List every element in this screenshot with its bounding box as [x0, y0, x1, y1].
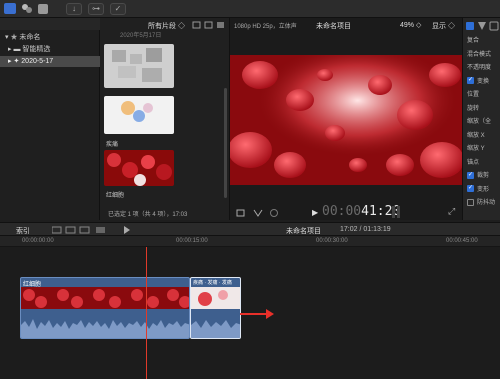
viewer-project-name: 未命名项目 — [316, 23, 351, 30]
inspector-tabs[interactable] — [466, 21, 500, 31]
inspector-row[interactable]: 混合模式 — [467, 50, 500, 61]
playhead[interactable] — [146, 247, 147, 379]
timeline-duration: 17:02 / 01:13:19 — [340, 226, 391, 233]
library-item-label: 2020-5-17 — [21, 58, 54, 65]
checkbox[interactable]: ✓ — [467, 77, 474, 85]
library-sidebar: ▾ ★ 未命名 ▸ ▬ 智能精选 ▸ ✦ 2020-5-17 — [0, 30, 100, 220]
inspector-row-label: 位置 — [467, 92, 480, 98]
timeline-ruler[interactable]: 00:00:00:00 00:00:15:00 00:00:30:00 00:0… — [0, 236, 500, 247]
clip-filmstrip — [191, 287, 240, 309]
fullscreen-icon[interactable]: ⤢ — [448, 206, 455, 217]
photos-icon[interactable] — [21, 3, 33, 14]
inspector-row[interactable]: 位置 — [467, 90, 500, 101]
inspector-row-label: 复合 — [467, 38, 480, 44]
library-item-event[interactable]: ▸ ✦ 2020-5-17 — [0, 56, 100, 67]
inspector-row[interactable]: ✓ 裁剪 — [467, 171, 500, 182]
library-root-label: 未命名 — [19, 34, 41, 41]
inspector-row-label: 不透明度 — [467, 65, 492, 71]
ruler-tick-label: 00:00:00:00 — [22, 238, 54, 244]
library-item-label: 智能精选 — [22, 46, 51, 53]
inspector-row[interactable]: 锚点 — [467, 158, 500, 169]
inspector-row-label: 旋转 — [467, 105, 480, 112]
transform-tools[interactable] — [236, 208, 282, 218]
inspector-row-label: 裁剪 — [477, 173, 490, 179]
inspector-row[interactable]: ✓ 变形 — [467, 185, 500, 196]
video-frame[interactable] — [230, 55, 462, 185]
inspector-row-label: 缩放 Y — [467, 146, 485, 152]
display-menu[interactable]: 显示 ◇ — [432, 21, 455, 31]
inspector-row-label: 混合模式 — [467, 51, 492, 58]
inspector-row[interactable]: 不透明度 — [467, 63, 500, 74]
checkbox[interactable]: ✓ — [467, 185, 474, 193]
clip-thumbnail[interactable] — [104, 44, 174, 88]
inspector-row-label: 变换 — [477, 78, 490, 85]
selection-status: 已选定 1 项（共 4 项），17:03 — [108, 212, 188, 218]
ruler-tick-label: 00:00:45:00 — [446, 238, 478, 244]
audio-waveform — [191, 311, 240, 338]
check-icon[interactable]: ✓ — [110, 3, 126, 15]
scrollbar[interactable] — [224, 88, 227, 198]
clip-thumbnail[interactable] — [104, 150, 174, 186]
timecode-dim: 00:00 — [322, 204, 362, 219]
browser-pane: 所有片段 ◇ 2020年5月17日 疾痛 红细胞 已选定 1 项（共 4 项），… — [100, 18, 230, 220]
key-icon[interactable]: ⊶ — [88, 3, 104, 15]
timeline-project-name: 未命名项目 — [286, 228, 321, 235]
clip-title: 疾痛 · 发痛 · 发痛 — [193, 280, 232, 286]
inspector-row[interactable]: 旋转 — [467, 104, 500, 115]
clip-label: 疾痛 — [106, 142, 119, 148]
browser-view-icons[interactable] — [192, 20, 226, 30]
event-icon: ▸ ✦ — [8, 58, 22, 65]
clip-label: 红细胞 — [106, 193, 125, 199]
folder-icon: ▸ ▬ — [8, 46, 23, 53]
inspector-row-label: 缩放（全 — [467, 119, 492, 125]
inspector-row-label: 变形 — [477, 186, 490, 193]
play-icon[interactable]: ▶ — [312, 208, 318, 217]
ruler-tick-label: 00:00:15:00 — [176, 238, 208, 244]
import-icon[interactable]: ↓ — [66, 3, 82, 15]
library-icon[interactable] — [4, 3, 16, 14]
timeline-clip[interactable]: 疾痛 · 发痛 · 发痛 — [190, 277, 241, 339]
library-item-smart[interactable]: ▸ ▬ 智能精选 — [0, 44, 100, 55]
inspector-row[interactable]: 防抖动 — [467, 198, 500, 209]
inspector-row-label: 缩放 X — [467, 132, 485, 139]
viewer-pane: 1080p HD 25p，立体声 未命名项目 49% ◇ 显示 ◇ ▶ 00:0… — [230, 18, 462, 220]
date-header: 2020年5月17日 — [120, 33, 162, 39]
inspector-row[interactable]: 复合 — [467, 36, 500, 47]
clip-thumbnail[interactable] — [104, 96, 174, 134]
titles-icon[interactable] — [38, 4, 48, 14]
index-button[interactable]: 索引 — [16, 226, 30, 236]
edit-tools[interactable] — [52, 225, 144, 235]
inspector-row-label: 防抖动 — [477, 200, 496, 206]
inspector-row[interactable]: 缩放（全 — [467, 117, 500, 128]
toolbar: ↓ ⊶ ✓ — [0, 0, 500, 18]
timeline-toolbar: 索引 未命名项目 17:02 / 01:13:19 — [0, 222, 500, 236]
inspector-row[interactable]: 缩放 X — [467, 131, 500, 142]
library-root[interactable]: ▾ ★ 未命名 — [0, 32, 100, 43]
clip-filmstrip — [21, 287, 189, 309]
inspector-row[interactable]: ✓ 变换 — [467, 77, 500, 88]
audio-meter — [392, 206, 400, 218]
audio-waveform — [21, 311, 189, 338]
inspector-row[interactable]: 缩放 Y — [467, 144, 500, 155]
ruler-tick-label: 00:00:30:00 — [316, 238, 348, 244]
arrow-icon — [240, 309, 274, 319]
zoom-select[interactable]: 49% ◇ — [400, 21, 421, 29]
inspector-pane: 复合 混合模式 不透明度 ✓ 变换 位置 旋转 缩放（全 缩放 X 缩放 Y 锚点 ✓ 裁剪 ✓ 变形 防抖动 — [462, 18, 500, 220]
timecode-display[interactable]: 00:0041:20 — [322, 204, 400, 219]
timeline-clip[interactable]: 红细胞 — [20, 277, 190, 339]
timeline-area: 红细胞 疾痛 · 发痛 · 发痛 — [0, 247, 500, 379]
inspector-row-label: 锚点 — [467, 159, 480, 166]
checkbox[interactable]: ✓ — [467, 171, 474, 179]
format-label: 1080p HD 25p，立体声 — [234, 24, 297, 30]
checkbox[interactable] — [467, 198, 474, 206]
library-header — [0, 18, 100, 30]
